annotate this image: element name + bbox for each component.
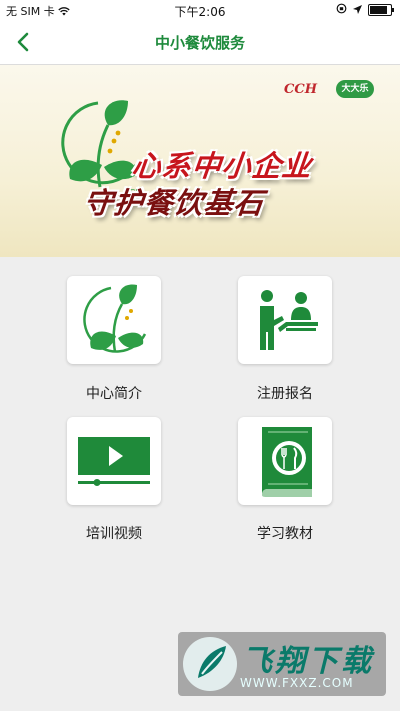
battery-icon [368, 4, 394, 16]
slogan-line-2: 守护餐饮基石 [82, 186, 266, 220]
menu-tile-center-intro[interactable] [67, 276, 161, 364]
sme-leaf-logo-icon [83, 284, 147, 353]
menu-tile-learning-material[interactable] [238, 417, 332, 505]
status-icons [336, 3, 394, 17]
menu-tile-training-video[interactable] [67, 417, 161, 505]
menu-label-registration: 注册报名 [257, 386, 313, 402]
location-arrow-icon [353, 4, 362, 17]
rotation-lock-icon [336, 3, 347, 17]
registration-desk-icon [260, 290, 318, 350]
partner-logo-dadale: 大大乐 [336, 80, 374, 98]
status-bar: 无 SIM 卡 下午2:06 [0, 0, 400, 20]
menu-label-center-intro: 中心简介 [86, 386, 142, 402]
menu-label-learning-material: 学习教材 [257, 526, 313, 542]
watermark: 飞翔下载 WWW.FXXZ.COM [178, 632, 386, 696]
watermark-brand: 飞翔下载 [242, 644, 374, 679]
page-title: 中小餐饮服务 [154, 34, 245, 52]
partner-logo-cch: CCH [284, 82, 317, 97]
feather-logo-icon [183, 637, 237, 691]
slogan-line-1: 心系中小企业 [130, 149, 314, 183]
video-play-icon [78, 437, 150, 486]
hero-banner: SME CCH 大大乐 心系中小企业 守护餐饮基石 [0, 65, 400, 257]
watermark-url: WWW.FXXZ.COM [240, 676, 354, 690]
recipe-book-icon [262, 427, 312, 497]
navigation-bar: 中小餐饮服务 [0, 20, 400, 65]
menu-label-training-video: 培训视频 [86, 526, 142, 542]
menu-tile-registration[interactable] [238, 276, 332, 364]
